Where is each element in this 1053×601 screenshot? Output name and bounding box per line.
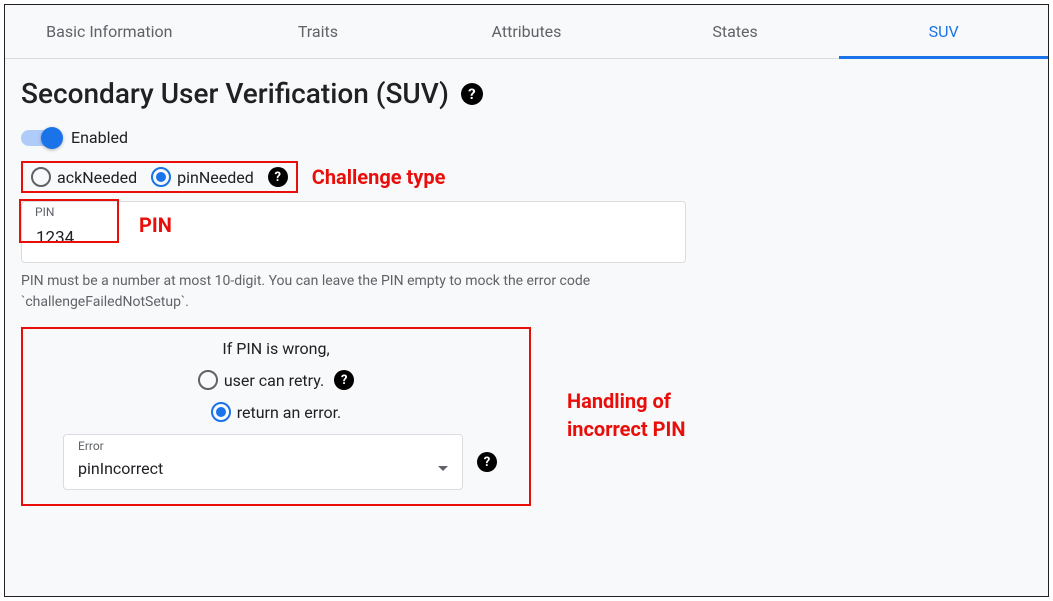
radio-label: ackNeeded	[57, 168, 137, 187]
wrong-pin-highlight: If PIN is wrong, user can retry. ? retur…	[21, 327, 531, 506]
page-title: Secondary User Verification (SUV)	[21, 77, 449, 110]
tab-label: SUV	[929, 22, 959, 41]
toggle-label: Enabled	[71, 128, 128, 147]
radio-icon	[151, 167, 171, 187]
enabled-toggle[interactable]	[21, 130, 61, 146]
chevron-down-icon	[438, 466, 448, 471]
radio-icon	[31, 167, 51, 187]
tab-bar: Basic Information Traits Attributes Stat…	[5, 5, 1048, 59]
tab-basic-information[interactable]: Basic Information	[5, 5, 214, 58]
radio-label: return an error.	[237, 403, 342, 422]
tab-label: Attributes	[492, 22, 562, 41]
radio-ack-needed[interactable]: ackNeeded	[31, 167, 137, 187]
radio-pin-needed[interactable]: pinNeeded	[151, 167, 254, 187]
annotation-pin: PIN	[139, 213, 172, 237]
wrong-pin-title: If PIN is wrong,	[222, 339, 329, 358]
tab-label: Basic Information	[46, 22, 172, 41]
help-icon[interactable]: ?	[461, 83, 483, 105]
annotation-handling-incorrect-pin: Handling of incorrect PIN	[567, 387, 686, 443]
radio-return-error[interactable]: return an error.	[211, 402, 342, 422]
pin-helper-text: PIN must be a number at most 10-digit. Y…	[21, 271, 681, 313]
pin-input[interactable]: PIN 1234	[21, 201, 686, 263]
tab-label: States	[712, 22, 757, 41]
toggle-thumb	[41, 127, 63, 149]
help-icon[interactable]: ?	[477, 452, 497, 472]
help-icon[interactable]: ?	[334, 370, 354, 390]
pin-value: 1234	[36, 228, 74, 248]
radio-icon	[198, 370, 218, 390]
annotation-challenge-type: Challenge type	[312, 165, 446, 189]
tab-label: Traits	[298, 22, 338, 41]
tab-traits[interactable]: Traits	[214, 5, 423, 58]
tab-suv[interactable]: SUV	[839, 5, 1048, 58]
radio-user-can-retry[interactable]: user can retry.	[198, 370, 324, 390]
radio-label: pinNeeded	[177, 168, 254, 187]
error-select[interactable]: Error pinIncorrect	[63, 434, 463, 490]
challenge-type-highlight: ackNeeded pinNeeded ?	[21, 161, 298, 193]
radio-label: user can retry.	[224, 371, 324, 390]
tab-attributes[interactable]: Attributes	[422, 5, 631, 58]
tab-states[interactable]: States	[631, 5, 840, 58]
error-float-label: Error	[78, 439, 104, 453]
help-icon[interactable]: ?	[268, 167, 288, 187]
radio-icon	[211, 402, 231, 422]
error-value: pinIncorrect	[78, 459, 163, 478]
pin-float-label: PIN	[35, 205, 54, 219]
